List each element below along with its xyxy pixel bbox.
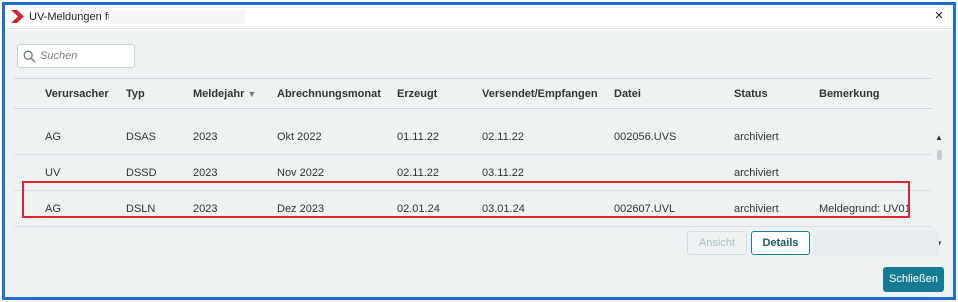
cell-meldejahr: 2023 xyxy=(193,167,218,179)
scroll-up-arrow-icon[interactable]: ▲ xyxy=(935,134,943,142)
column-header-meldejahr-label: Meldejahr xyxy=(193,88,245,100)
title-bar: UV-Meldungen für × xyxy=(5,5,953,29)
cell-typ: DSAS xyxy=(126,131,156,143)
cell-status: archiviert xyxy=(734,167,779,179)
column-header-abrechnungsmonat[interactable]: Abrechnungsmonat xyxy=(277,88,381,100)
cell-meldejahr: 2023 xyxy=(193,203,218,215)
brand-logo-icon xyxy=(11,10,24,23)
button-bar-background xyxy=(813,230,939,256)
scrollbar-thumb[interactable] xyxy=(937,150,942,160)
cell-typ: DSLN xyxy=(126,203,156,215)
cell-datei: 002056.UVS xyxy=(614,131,677,143)
column-header-status[interactable]: Status xyxy=(734,88,768,100)
messages-table: Verursacher Typ Meldejahr ▼ Abrechnungsmo… xyxy=(14,78,932,228)
window-title: UV-Meldungen für xyxy=(29,11,118,23)
search-box[interactable] xyxy=(17,44,135,68)
sort-descending-icon: ▼ xyxy=(247,89,257,99)
details-button[interactable]: Details xyxy=(751,231,810,255)
search-icon xyxy=(23,50,36,63)
column-header-erzeugt[interactable]: Erzeugt xyxy=(397,88,437,100)
ansicht-button[interactable]: Ansicht xyxy=(687,231,747,255)
cell-verursacher: AG xyxy=(45,203,61,215)
cell-abrechnungsmonat: Nov 2022 xyxy=(277,167,325,179)
cell-verursacher: AG xyxy=(45,131,61,143)
title-redacted-area xyxy=(109,11,245,24)
schliessen-button[interactable]: Schließen xyxy=(883,267,944,292)
cell-versendet: 02.11.22 xyxy=(482,131,525,143)
cell-datei: 002607.UVL xyxy=(614,203,676,215)
column-header-versendet[interactable]: Versendet/Empfangen xyxy=(482,88,598,100)
cell-versendet: 03.01.24 xyxy=(482,203,525,215)
cell-erzeugt: 02.01.24 xyxy=(397,203,440,215)
cell-bemerkung: Meldegrund: UV01 xyxy=(819,203,911,215)
cell-erzeugt: 01.11.22 xyxy=(397,131,440,143)
dialog-body: Verursacher Typ Meldejahr▼ Abrechnungsmo… xyxy=(5,30,953,297)
cell-meldejahr: 2023 xyxy=(193,131,218,143)
dialog-window: UV-Meldungen für × Verursacher Typ Melde… xyxy=(2,2,956,300)
close-icon[interactable]: × xyxy=(931,8,947,24)
cell-erzeugt: 02.11.22 xyxy=(397,167,440,179)
column-header-bemerkung[interactable]: Bemerkung xyxy=(819,88,880,100)
column-header-datei[interactable]: Datei xyxy=(614,88,641,100)
column-header-meldejahr[interactable]: Meldejahr ▼ xyxy=(193,88,256,100)
column-header-typ[interactable]: Typ xyxy=(126,88,145,100)
table-row[interactable]: UV DSSD 2023 Nov 2022 02.11.22 03.11.22 … xyxy=(14,155,932,191)
table-row-selected[interactable]: AG DSLN 2023 Dez 2023 02.01.24 03.01.24 … xyxy=(14,191,932,227)
search-input[interactable] xyxy=(40,48,130,64)
table-row[interactable]: AG DSAS 2023 Okt 2022 01.11.22 02.11.22 … xyxy=(14,119,932,155)
table-header: Verursacher Typ Meldejahr ▼ Abrechnungsmo… xyxy=(14,78,932,109)
column-header-verursacher[interactable]: Verursacher xyxy=(45,88,109,100)
cell-abrechnungsmonat: Dez 2023 xyxy=(277,203,325,215)
cell-versendet: 03.11.22 xyxy=(482,167,525,179)
cell-status: archiviert xyxy=(734,203,779,215)
cell-abrechnungsmonat: Okt 2022 xyxy=(277,131,322,143)
cell-verursacher: UV xyxy=(45,167,61,179)
cell-typ: DSSD xyxy=(126,167,157,179)
cell-status: archiviert xyxy=(734,131,779,143)
